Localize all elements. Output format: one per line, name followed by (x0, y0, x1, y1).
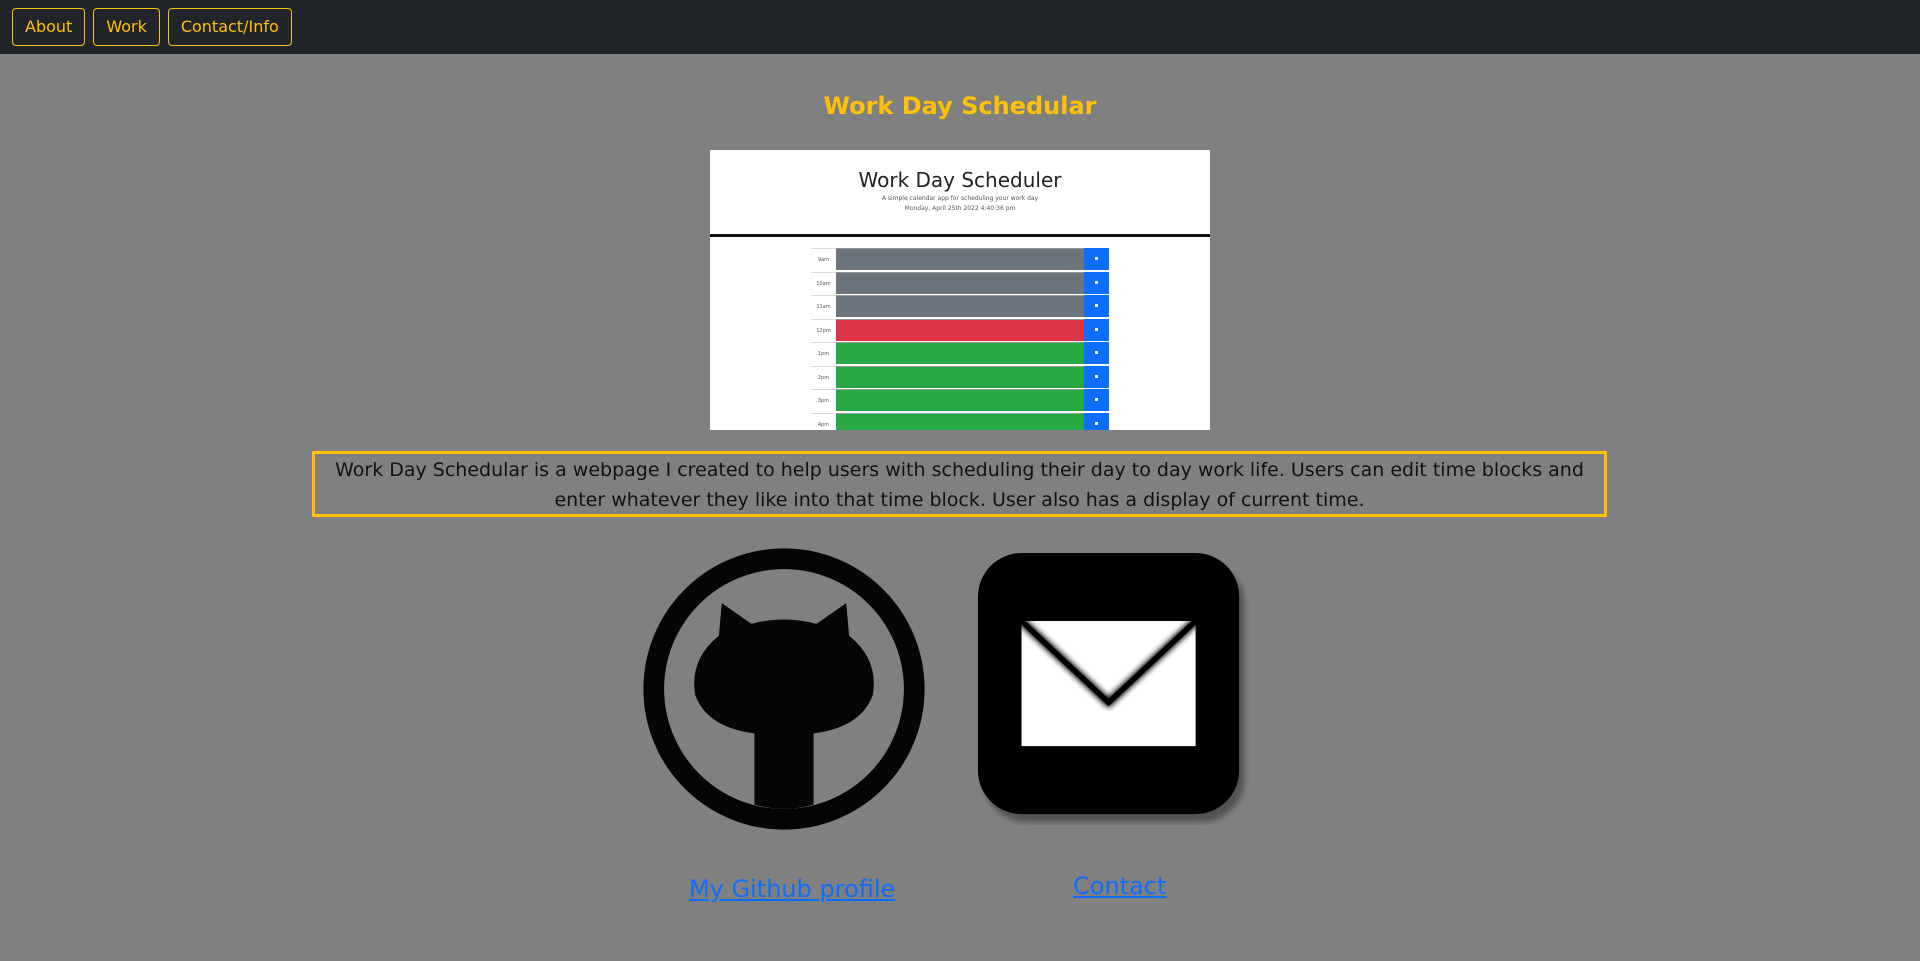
screenshot-block-future (836, 389, 1084, 411)
screenshot-divider (710, 234, 1210, 237)
screenshot-hour-label: 3pm (811, 389, 836, 411)
screenshot-hour-label: 4pm (811, 412, 836, 430)
screenshot-time-block: 12pm ▪ (811, 318, 1109, 341)
nav-about-button[interactable]: About (12, 8, 86, 46)
mail-icon[interactable] (978, 553, 1250, 825)
screenshot-time-block: 1pm ▪ (811, 342, 1109, 364)
save-icon: ▪ (1084, 365, 1109, 388)
save-icon: ▪ (1084, 342, 1109, 364)
project-title: Work Day Schedular (823, 92, 1097, 120)
screenshot-block-present (836, 318, 1084, 341)
screenshot-block-future (836, 342, 1084, 364)
save-icon: ▪ (1084, 318, 1109, 341)
screenshot-hour-label: 1pm (811, 342, 836, 364)
nav-contact-info-button[interactable]: Contact/Info (167, 8, 292, 46)
contact-link[interactable]: Contact (1073, 872, 1166, 900)
screenshot-time-block: 10am ▪ (811, 271, 1109, 294)
screenshot-date: Monday, April 25th 2022 4:40:36 pm (904, 205, 1016, 212)
screenshot-time-block: 9am ▪ (811, 248, 1109, 270)
navbar: About Work Contact/Info (0, 0, 1920, 54)
project-description: Work Day Schedular is a webpage I create… (312, 451, 1607, 517)
screenshot-time-block: 11am ▪ (811, 295, 1109, 317)
screenshot-hour-label: 10am (811, 271, 836, 294)
screenshot-subtitle: A simple calendar app for scheduling you… (881, 195, 1039, 202)
screenshot-time-block: 2pm ▪ (811, 365, 1109, 388)
screenshot-hour-label: 9am (811, 248, 836, 270)
save-icon: ▪ (1084, 412, 1109, 430)
screenshot-hour-label: 11am (811, 295, 836, 317)
screenshot-block-past (836, 271, 1084, 294)
screenshot-time-block: 3pm ▪ (811, 389, 1109, 411)
save-icon: ▪ (1084, 271, 1109, 294)
github-icon[interactable] (636, 541, 932, 837)
save-icon: ▪ (1084, 248, 1109, 270)
screenshot-hour-label: 2pm (811, 365, 836, 388)
screenshot-time-block: 4pm ▪ (811, 412, 1109, 430)
screenshot-block-past (836, 248, 1084, 270)
screenshot-block-future (836, 365, 1084, 388)
project-screenshot: Work Day Scheduler A simple calendar app… (710, 150, 1210, 430)
nav-work-button[interactable]: Work (93, 8, 160, 46)
github-profile-link[interactable]: My Github profile (689, 875, 895, 903)
screenshot-hour-label: 12pm (811, 318, 836, 341)
save-icon: ▪ (1084, 389, 1109, 411)
save-icon: ▪ (1084, 295, 1109, 317)
screenshot-block-past (836, 295, 1084, 317)
screenshot-block-future (836, 412, 1084, 430)
screenshot-title: Work Day Scheduler (858, 168, 1062, 192)
